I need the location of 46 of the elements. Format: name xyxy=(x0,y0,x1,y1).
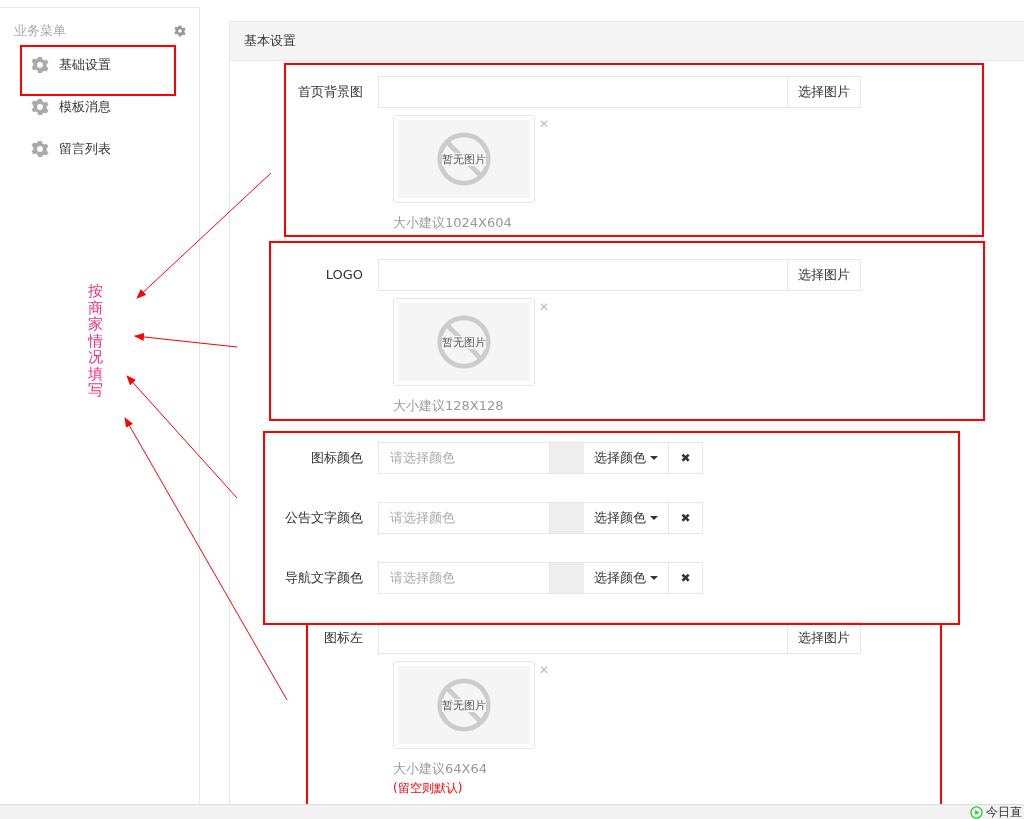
input-field[interactable] xyxy=(378,259,788,291)
clear-button[interactable]: ✖ xyxy=(669,442,703,474)
no-image-text: 暂无图片 xyxy=(442,698,486,712)
caret-icon xyxy=(650,456,658,460)
color-swatch xyxy=(550,502,584,534)
input-field[interactable] xyxy=(378,76,788,108)
color-swatch xyxy=(550,442,584,474)
field-label: 导航文字颜色 xyxy=(284,569,364,587)
gear-icon xyxy=(31,98,49,116)
choose-color-button[interactable]: 选择颜色 xyxy=(584,502,669,534)
no-image-icon xyxy=(435,130,493,188)
field-label: LOGO xyxy=(324,266,364,284)
gear-icon xyxy=(31,56,49,74)
sidebar-item[interactable]: 模板消息 xyxy=(0,86,199,128)
no-image-text: 暂无图片 xyxy=(442,152,486,166)
input-field[interactable] xyxy=(378,622,788,654)
field-label: 首页背景图 xyxy=(297,83,364,101)
choose-color-button[interactable]: 选择颜色 xyxy=(584,562,669,594)
color-swatch xyxy=(550,562,584,594)
gear-icon xyxy=(31,140,49,158)
field-label: 图标左 xyxy=(323,629,364,647)
sidebar-item[interactable]: 基础设置 xyxy=(0,44,199,86)
choose-color-button[interactable]: 选择颜色 xyxy=(584,442,669,474)
size-hint: 大小建议64X64 xyxy=(393,760,488,778)
default-note: (留空则默认) xyxy=(393,780,464,797)
clear-button[interactable]: ✖ xyxy=(669,562,703,594)
panel-header: 基本设置 xyxy=(230,22,1024,61)
choose-image-button[interactable]: 选择图片 xyxy=(788,622,861,654)
size-hint: 大小建议1024X604 xyxy=(393,214,513,232)
size-hint: 大小建议128X128 xyxy=(393,397,505,415)
sidebar-title: 业务菜单 xyxy=(14,22,66,40)
choose-image-button[interactable]: 选择图片 xyxy=(788,259,861,291)
field-label: 图标颜色 xyxy=(310,449,364,467)
annotation-text: 按商家情况填写 xyxy=(88,283,103,399)
caret-icon xyxy=(650,576,658,580)
clear-button[interactable]: ✖ xyxy=(669,502,703,534)
play-icon xyxy=(970,805,983,819)
sidebar-item[interactable]: 留言列表 xyxy=(0,128,199,170)
live-link[interactable]: 今日直 xyxy=(970,805,1024,819)
field-label: 公告文字颜色 xyxy=(284,509,364,527)
caret-icon xyxy=(650,516,658,520)
no-image-icon xyxy=(435,676,493,734)
no-image-text: 暂无图片 xyxy=(442,335,486,349)
choose-image-button[interactable]: 选择图片 xyxy=(788,76,861,108)
no-image-icon xyxy=(435,313,493,371)
settings-icon[interactable] xyxy=(174,25,186,37)
